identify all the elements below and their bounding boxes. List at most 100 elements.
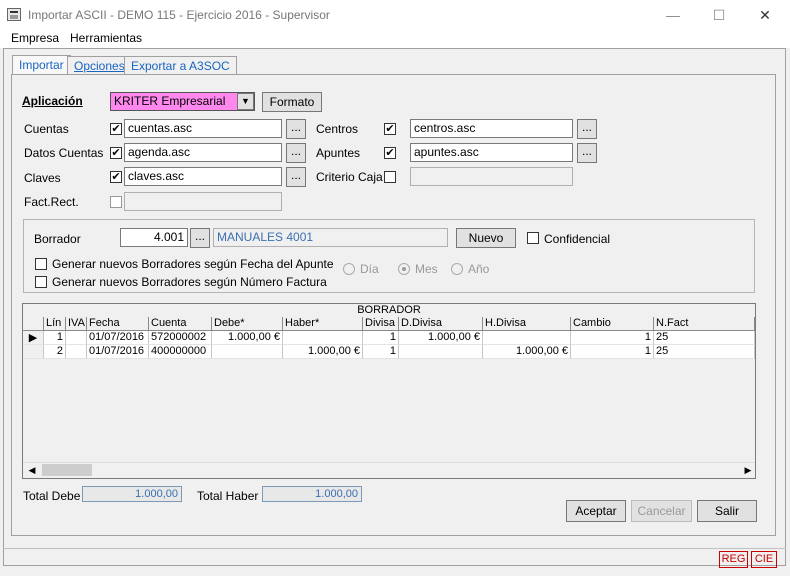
col-iva[interactable]: IVA bbox=[66, 317, 87, 331]
claves-browse-button[interactable]: ... bbox=[286, 167, 306, 187]
menu-empresa[interactable]: Empresa bbox=[11, 31, 59, 45]
borrador-browse-button[interactable]: ... bbox=[190, 228, 210, 248]
centros-label: Centros bbox=[316, 122, 359, 136]
table-row-cell[interactable]: 25 bbox=[654, 331, 755, 345]
centros-checkbox[interactable]: ✔ bbox=[384, 123, 396, 135]
claves-label: Claves bbox=[24, 171, 61, 185]
opt-numero-checkbox[interactable] bbox=[35, 276, 47, 288]
table-row-cell[interactable] bbox=[212, 345, 283, 359]
col-cambio[interactable]: Cambio bbox=[571, 317, 654, 331]
total-haber-label: Total Haber bbox=[197, 489, 259, 503]
claves-checkbox[interactable]: ✔ bbox=[110, 171, 122, 183]
cuentas-checkbox[interactable]: ✔ bbox=[110, 123, 122, 135]
cuentas-browse-button[interactable]: ... bbox=[286, 119, 306, 139]
nuevo-button[interactable]: Nuevo bbox=[456, 228, 516, 248]
tab-exportar[interactable]: Exportar a A3SOC bbox=[124, 56, 237, 75]
table-row-cell[interactable]: 01/07/2016 bbox=[87, 345, 149, 359]
table-row-cell[interactable]: 1 bbox=[363, 345, 399, 359]
app-icon bbox=[7, 8, 21, 21]
table-row-cell[interactable] bbox=[66, 331, 87, 345]
criterio-caja-checkbox[interactable] bbox=[384, 171, 396, 183]
confidencial-checkbox[interactable] bbox=[527, 232, 539, 244]
borrador-label: Borrador bbox=[34, 232, 81, 246]
table-row-cell[interactable] bbox=[283, 331, 363, 345]
menu-herramientas[interactable]: Herramientas bbox=[70, 31, 142, 45]
table-row-cell[interactable]: 1.000,00 € bbox=[283, 345, 363, 359]
datos-cuentas-input[interactable]: agenda.asc bbox=[124, 143, 282, 162]
confidencial-label: Confidencial bbox=[544, 232, 611, 246]
opt-fecha-label: Generar nuevos Borradores según Fecha de… bbox=[52, 257, 334, 271]
cuentas-input[interactable]: cuentas.asc bbox=[124, 119, 282, 138]
cancelar-button[interactable]: Cancelar bbox=[631, 500, 692, 522]
centros-input[interactable]: centros.asc bbox=[410, 119, 573, 138]
datos-cuentas-browse-button[interactable]: ... bbox=[286, 143, 306, 163]
status-reg: REG bbox=[719, 551, 748, 568]
table-row-cell[interactable]: 1 bbox=[571, 345, 654, 359]
table-row-cell[interactable]: 572000002 bbox=[149, 331, 212, 345]
table-row-cell[interactable]: 25 bbox=[654, 345, 755, 359]
datos-cuentas-label: Datos Cuentas bbox=[24, 146, 104, 160]
table-row-cell[interactable]: 400000000 bbox=[149, 345, 212, 359]
apuntes-input[interactable]: apuntes.asc bbox=[410, 143, 573, 162]
col-haber[interactable]: Haber* bbox=[283, 317, 363, 331]
salir-button[interactable]: Salir bbox=[697, 500, 757, 522]
opt-numero-label: Generar nuevos Borradores según Número F… bbox=[52, 275, 327, 289]
chevron-down-icon[interactable]: ▼ bbox=[237, 93, 254, 110]
col-fecha[interactable]: Fecha bbox=[87, 317, 149, 331]
col-ddivisa[interactable]: D.Divisa bbox=[399, 317, 483, 331]
aplicacion-value: KRITER Empresarial bbox=[114, 94, 226, 108]
scroll-thumb[interactable] bbox=[42, 464, 92, 476]
tab-opciones[interactable]: Opciones bbox=[67, 56, 132, 75]
total-debe-value: 1.000,00 bbox=[82, 486, 182, 502]
radio-dia[interactable] bbox=[343, 263, 355, 275]
scroll-right-icon[interactable]: ▶ bbox=[742, 464, 754, 476]
formato-button[interactable]: Formato bbox=[262, 92, 322, 112]
total-haber-value: 1.000,00 bbox=[262, 486, 362, 502]
apuntes-label: Apuntes bbox=[316, 146, 361, 160]
table-row-cell[interactable]: 1.000,00 € bbox=[483, 345, 571, 359]
col-debe[interactable]: Debe* bbox=[212, 317, 283, 331]
status-divider bbox=[3, 548, 786, 549]
col-lin[interactable]: Lín bbox=[44, 317, 66, 331]
table-row-cell[interactable]: 1.000,00 € bbox=[399, 331, 483, 345]
tab-importar[interactable]: Importar bbox=[12, 55, 71, 75]
col-nfact[interactable]: N.Fact bbox=[654, 317, 755, 331]
grid-header-indicator bbox=[23, 317, 44, 331]
table-row-cell[interactable] bbox=[66, 345, 87, 359]
col-hdivisa[interactable]: H.Divisa bbox=[483, 317, 571, 331]
table-row-cell[interactable]: 1 bbox=[44, 331, 66, 345]
close-button[interactable]: ✕ bbox=[742, 0, 788, 30]
col-divisa[interactable]: Divisa bbox=[363, 317, 399, 331]
table-row-cell[interactable]: 1.000,00 € bbox=[212, 331, 283, 345]
borrador-input[interactable]: 4.001 bbox=[120, 228, 188, 247]
scroll-left-icon[interactable]: ◀ bbox=[26, 464, 38, 476]
aplicacion-select[interactable]: KRITER Empresarial bbox=[110, 92, 255, 111]
radio-mes-label: Mes bbox=[415, 262, 438, 276]
aplicacion-label: Aplicación bbox=[22, 94, 83, 108]
table-row-cell[interactable]: 01/07/2016 bbox=[87, 331, 149, 345]
opt-fecha-checkbox[interactable] bbox=[35, 258, 47, 270]
cuentas-label: Cuentas bbox=[24, 122, 69, 136]
datos-cuentas-checkbox[interactable]: ✔ bbox=[110, 147, 122, 159]
row-indicator-icon: ▶ bbox=[23, 331, 44, 345]
claves-input[interactable]: claves.asc bbox=[124, 167, 282, 186]
radio-anio-label: Año bbox=[468, 262, 490, 276]
table-row-cell[interactable] bbox=[483, 331, 571, 345]
table-row-cell[interactable]: 1 bbox=[363, 331, 399, 345]
horizontal-scrollbar[interactable] bbox=[23, 462, 755, 478]
apuntes-browse-button[interactable]: ... bbox=[577, 143, 597, 163]
radio-mes[interactable] bbox=[398, 263, 410, 275]
apuntes-checkbox[interactable]: ✔ bbox=[384, 147, 396, 159]
table-row-cell[interactable]: 1 bbox=[571, 331, 654, 345]
aceptar-button[interactable]: Aceptar bbox=[566, 500, 626, 522]
borrador-desc: MANUALES 4001 bbox=[213, 228, 448, 247]
radio-anio[interactable] bbox=[451, 263, 463, 275]
fact-rect-checkbox[interactable] bbox=[110, 196, 122, 208]
total-debe-label: Total Debe bbox=[23, 489, 81, 503]
table-row-cell[interactable] bbox=[399, 345, 483, 359]
maximize-button[interactable]: ☐ bbox=[696, 0, 742, 30]
col-cuenta[interactable]: Cuenta bbox=[149, 317, 212, 331]
centros-browse-button[interactable]: ... bbox=[577, 119, 597, 139]
table-row-cell[interactable]: 2 bbox=[44, 345, 66, 359]
minimize-button[interactable]: — bbox=[650, 0, 696, 30]
